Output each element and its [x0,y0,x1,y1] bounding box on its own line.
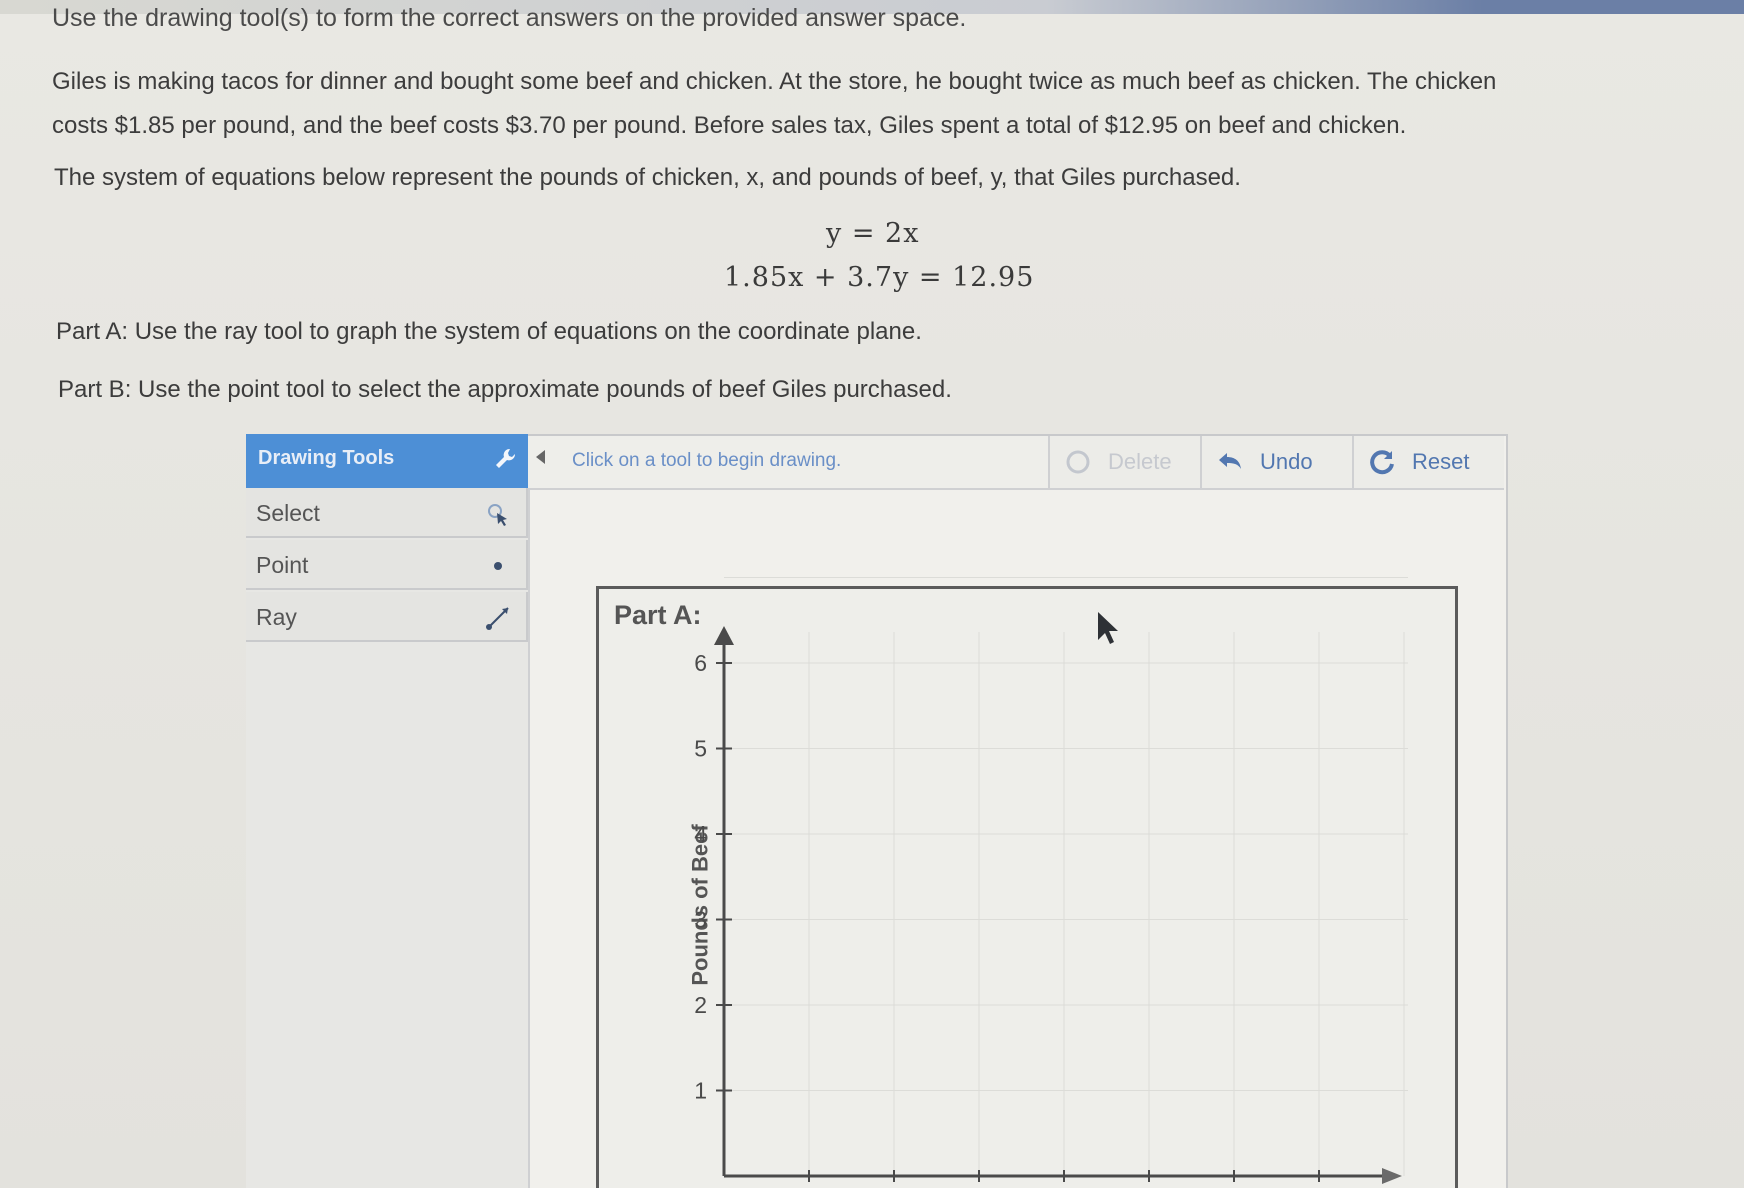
x-axis-arrow [1382,1168,1402,1184]
y-tick-label: 6 [694,650,707,676]
coordinate-plane[interactable]: 1 2 3 4 5 6 [0,0,1744,1188]
y-tick-label: 4 [694,821,707,847]
y-tick-label: 1 [694,1078,707,1104]
y-axis-arrow [714,626,734,645]
y-tick-label: 3 [694,907,707,933]
y-tick-label: 5 [694,736,707,762]
mouse-cursor-icon [1098,612,1118,644]
y-tick-label: 2 [694,992,707,1018]
page: Use the drawing tool(s) to form the corr… [0,0,1744,1188]
